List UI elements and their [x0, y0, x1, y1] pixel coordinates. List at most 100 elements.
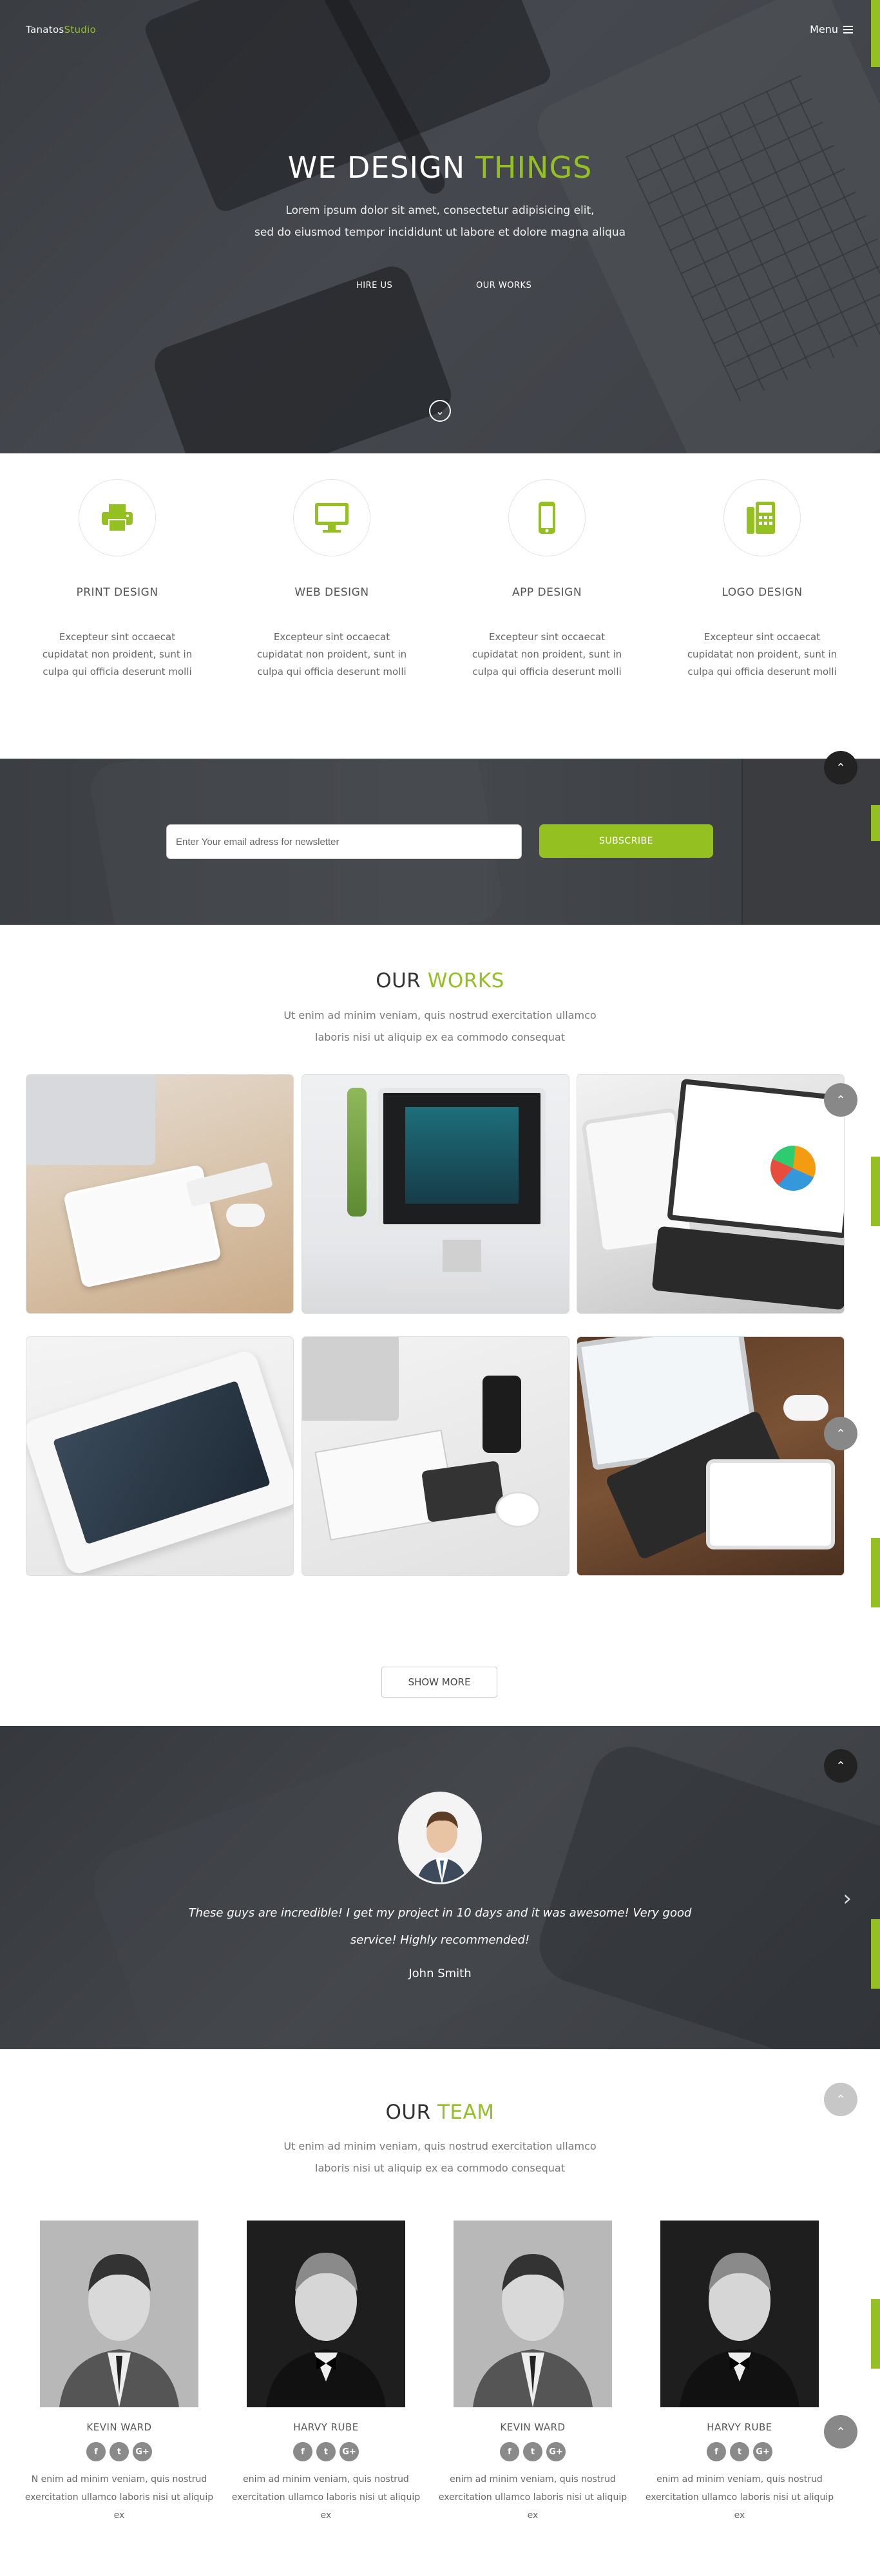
work-laptop-screen	[667, 1078, 844, 1239]
scroll-down-icon[interactable]: ⌄	[429, 400, 451, 422]
work-coffee-cup	[495, 1492, 540, 1528]
work-tablet	[421, 1461, 505, 1522]
chevron-up-icon: ⌃	[836, 1759, 846, 1773]
scroll-up-button[interactable]: ⌃	[824, 1417, 857, 1450]
monitor-icon	[293, 479, 370, 556]
work-mouse	[783, 1395, 828, 1421]
hero-title: WE DESIGN THINGS	[287, 150, 593, 185]
scroll-up-button[interactable]: ⌃	[824, 751, 857, 784]
member-bio: enim ad minim veniam, quis nostrud exerc…	[645, 2474, 834, 2521]
chevron-right-icon[interactable]: ›	[843, 1886, 852, 1911]
testimonial-author: John Smith	[408, 1967, 472, 1980]
work-keyboard	[651, 1226, 844, 1311]
side-accent-strip	[871, 1157, 880, 1226]
facebook-icon[interactable]: f	[293, 2442, 312, 2461]
member-social-links: f t G+	[643, 2442, 836, 2461]
testimonial-quote: These guys are incredible! I get my proj…	[188, 1906, 692, 1947]
our-works-button[interactable]: OUR WORKS	[476, 281, 531, 290]
hire-us-button[interactable]: HIRE US	[356, 281, 392, 290]
work-item-4[interactable]	[26, 1336, 294, 1576]
member-bio: enim ad minim veniam, quis nostrud exerc…	[231, 2474, 421, 2521]
google-plus-icon[interactable]: G+	[753, 2442, 772, 2461]
hero-bg-phone	[149, 261, 457, 453]
service-logo: LOGO DESIGN Excepteur sint occaecat cupi…	[685, 479, 839, 681]
newsletter-bg-panel	[741, 759, 880, 925]
facebook-icon[interactable]: f	[707, 2442, 726, 2461]
member-name: HARVY RUBE	[293, 2421, 359, 2433]
work-magazines	[302, 1337, 399, 1421]
service-title: PRINT DESIGN	[76, 586, 158, 599]
testimonial-bg-shape	[529, 1736, 880, 2049]
work-keyboard	[386, 1281, 489, 1291]
service-title: WEB DESIGN	[294, 586, 369, 599]
scroll-up-button[interactable]: ⌃	[824, 1749, 857, 1783]
member-photo	[40, 2221, 198, 2407]
member-bio: enim ad minim veniam, quis nostrud exerc…	[438, 2474, 627, 2521]
works-subtitle: Ut enim ad minim veniam, quis nostrud ex…	[283, 1009, 597, 1043]
site-logo[interactable]: TanatosStudio	[26, 24, 96, 35]
works-title: OUR WORKS	[376, 969, 504, 992]
google-plus-icon[interactable]: G+	[546, 2442, 566, 2461]
newsletter-email-input[interactable]	[166, 824, 522, 859]
work-coffee-pot	[483, 1376, 521, 1453]
avatar	[398, 1792, 482, 1884]
work-item-1[interactable]	[26, 1074, 294, 1314]
twitter-icon[interactable]: t	[523, 2442, 542, 2461]
google-plus-icon[interactable]: G+	[133, 2442, 152, 2461]
member-photo	[454, 2221, 612, 2407]
work-tablet	[706, 1459, 835, 1549]
twitter-icon[interactable]: t	[730, 2442, 749, 2461]
team-subtitle: Ut enim ad minim veniam, quis nostrud ex…	[283, 2140, 597, 2174]
testimonial-section	[0, 1726, 880, 2049]
service-text: Excepteur sint occaecat cupidatat non pr…	[42, 631, 193, 677]
member-photo	[660, 2221, 819, 2407]
team-member-4: HARVY RUBE f t G+ enim ad minim veniam, …	[643, 2221, 836, 2524]
work-item-3[interactable]	[577, 1074, 845, 1314]
google-plus-icon[interactable]: G+	[340, 2442, 359, 2461]
member-social-links: f t G+	[23, 2442, 216, 2461]
scroll-up-button[interactable]: ⌃	[824, 2415, 857, 2448]
service-app: APP DESIGN Excepteur sint occaecat cupid…	[470, 479, 624, 681]
member-social-links: f t G+	[436, 2442, 629, 2461]
team-member-3: KEVIN WARD f t G+ enim ad minim veniam, …	[436, 2221, 629, 2524]
work-screen	[405, 1107, 519, 1204]
fax-icon	[723, 479, 801, 556]
facebook-icon[interactable]: f	[500, 2442, 519, 2461]
side-accent-strip	[871, 1538, 880, 1607]
team-member-2: HARVY RUBE f t G+ enim ad minim veniam, …	[229, 2221, 423, 2524]
member-bio: N enim ad minim veniam, quis nostrud exe…	[24, 2474, 214, 2521]
mobile-icon	[508, 479, 586, 556]
member-name: KEVIN WARD	[86, 2421, 152, 2433]
chevron-up-icon: ⌃	[836, 761, 846, 775]
logo-text: Tanatos	[26, 24, 64, 35]
side-accent-strip	[871, 2299, 880, 2369]
menu-button[interactable]: Menu	[810, 23, 853, 35]
service-web: WEB DESIGN Excepteur sint occaecat cupid…	[254, 479, 409, 681]
show-more-button[interactable]: SHOW MORE	[381, 1667, 497, 1698]
work-imac	[26, 1075, 155, 1165]
side-accent-strip	[871, 805, 880, 841]
work-item-5[interactable]	[301, 1336, 569, 1576]
logo-accent-text: Studio	[64, 24, 97, 35]
service-title: APP DESIGN	[512, 586, 582, 599]
member-name: KEVIN WARD	[500, 2421, 566, 2433]
work-item-2[interactable]	[301, 1074, 569, 1314]
work-item-6[interactable]	[577, 1336, 845, 1576]
facebook-icon[interactable]: f	[86, 2442, 106, 2461]
twitter-icon[interactable]: t	[316, 2442, 336, 2461]
service-text: Excepteur sint occaecat cupidatat non pr…	[472, 631, 622, 677]
service-print: PRINT DESIGN Excepteur sint occaecat cup…	[40, 479, 195, 681]
member-photo	[247, 2221, 405, 2407]
hamburger-icon	[843, 25, 853, 33]
side-accent-strip	[871, 1919, 880, 1989]
twitter-icon[interactable]: t	[110, 2442, 129, 2461]
subscribe-button[interactable]: SUBSCRIBE	[539, 824, 713, 858]
chevron-up-icon: ⌃	[836, 1093, 846, 1107]
scroll-up-button[interactable]: ⌃	[824, 1083, 857, 1117]
service-text: Excepteur sint occaecat cupidatat non pr…	[256, 631, 407, 677]
chevron-up-icon: ⌃	[836, 2425, 846, 2439]
team-member-1: KEVIN WARD f t G+ N enim ad minim veniam…	[23, 2221, 216, 2524]
printer-icon	[79, 479, 156, 556]
work-plant	[347, 1088, 367, 1217]
member-social-links: f t G+	[229, 2442, 423, 2461]
